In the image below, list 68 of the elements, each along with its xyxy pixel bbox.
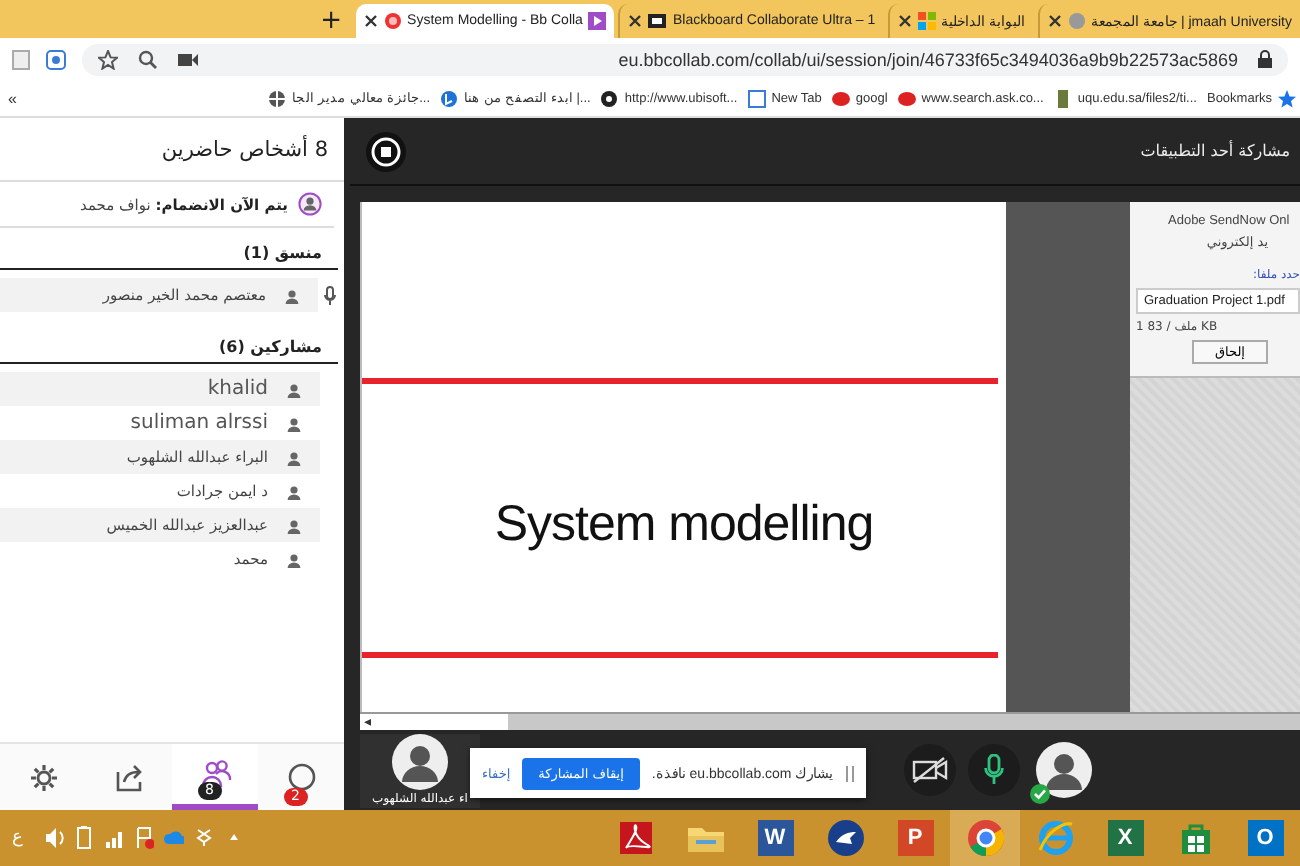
zoom-icon[interactable]: [138, 49, 158, 69]
attendee-name: khalid: [207, 378, 268, 400]
person-icon: [286, 415, 302, 431]
share-title: مشاركة أحد التطبيقات: [1140, 142, 1290, 160]
person-icon: [286, 449, 302, 465]
site-icon: [1067, 12, 1086, 30]
camera-off-icon: [912, 756, 948, 784]
app-tile-icon[interactable]: P: [897, 820, 933, 856]
drag-handle-icon[interactable]: [845, 765, 854, 781]
page-icon: [747, 89, 766, 107]
media-icon: [588, 12, 607, 30]
slide-title: System modelling: [492, 494, 876, 556]
person-icon: [286, 381, 302, 397]
site-icon: [440, 89, 459, 107]
site-icon: [648, 12, 667, 30]
panel-title: 8 أشخاص حاضرين: [0, 118, 344, 182]
close-icon[interactable]: [897, 14, 912, 28]
app-tile-icon[interactable]: O: [1247, 820, 1283, 856]
signal-icon[interactable]: [104, 826, 124, 850]
lock-icon: [1258, 50, 1272, 68]
scrollbar-thumb[interactable]: [508, 714, 1300, 730]
more-bookmarks-button[interactable]: «: [8, 89, 17, 107]
star-icon: [1278, 89, 1296, 107]
person-icon: [286, 483, 302, 499]
camera-button[interactable]: [904, 744, 956, 796]
app-icon[interactable]: [46, 49, 66, 69]
app-tile-icon[interactable]: W: [757, 820, 793, 856]
person-icon: [286, 551, 302, 567]
app-tile-icon[interactable]: X: [1107, 820, 1143, 856]
new-tab-button[interactable]: +: [315, 4, 348, 38]
recording-icon: [383, 12, 402, 30]
close-icon[interactable]: [363, 14, 378, 28]
person-icon: [286, 517, 302, 533]
close-icon[interactable]: [628, 14, 643, 28]
microphone-button[interactable]: [968, 744, 1020, 796]
speaker-icon[interactable]: [44, 826, 64, 850]
group-title: مشاركين (6): [0, 322, 338, 364]
person-icon: [284, 287, 300, 303]
attendee-row[interactable]: suliman alrssi: [0, 406, 344, 440]
box-icon[interactable]: [194, 826, 214, 850]
camera-blocked-icon[interactable]: [178, 51, 198, 67]
microphone-icon[interactable]: [324, 285, 336, 305]
share-icon: [113, 761, 145, 793]
site-icon: [1053, 89, 1072, 107]
bird-icon[interactable]: [825, 818, 865, 858]
windows-logo-icon: [917, 12, 936, 30]
avatar-icon: [392, 734, 448, 790]
check-badge-icon: [1030, 784, 1050, 804]
stop-button-icon[interactable]: [366, 131, 406, 171]
group-title: منسق (1): [0, 228, 338, 270]
site-icon: [897, 89, 916, 107]
microphone-icon: [984, 754, 1004, 786]
chat-bubble-icon: [285, 761, 317, 793]
battery-icon[interactable]: [74, 826, 94, 850]
globe-icon: [268, 89, 287, 107]
avatar-icon: [298, 192, 322, 216]
star-icon[interactable]: [98, 49, 118, 69]
settings-icon: [27, 761, 59, 793]
avatar-icon[interactable]: [1036, 742, 1092, 798]
attendee-name: suliman alrssi: [130, 412, 268, 434]
site-icon: [831, 89, 850, 107]
disc-icon: [600, 89, 619, 107]
flag-icon[interactable]: [134, 826, 154, 850]
close-icon[interactable]: [1047, 14, 1062, 28]
address-field[interactable]: eu.bbcollab.com/collab/ui/session/join/46733f65c3494036a9b9b22573ac5869: [82, 43, 1288, 75]
acrobat-icon[interactable]: [615, 818, 655, 858]
chrome-icon[interactable]: [965, 818, 1005, 858]
url-text: eu.bbcollab.com/collab/ui/session/join/46733f65c3494036a9b9b22573ac5869: [616, 49, 1238, 69]
